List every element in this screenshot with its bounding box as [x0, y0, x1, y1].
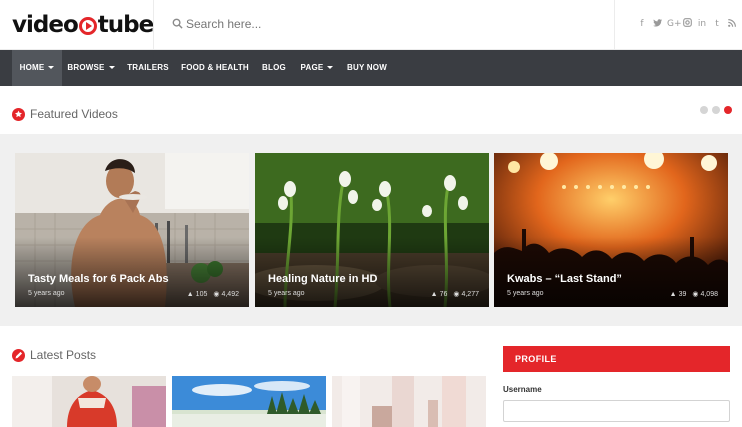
twitter-icon[interactable]: [652, 18, 662, 30]
video-stats: ▲ 105 ◉ 4,492: [187, 290, 239, 299]
eye-icon: ◉: [213, 291, 220, 298]
video-stats: ▲ 76 ◉ 4,277: [431, 290, 479, 299]
instagram-icon[interactable]: [682, 18, 692, 30]
chevron-down-icon: [108, 66, 115, 69]
nav-item-label: TRAILERS: [127, 63, 169, 72]
video-card[interactable]: Healing Nature in HD 5 years ago ▲ 76 ◉ 4,…: [255, 153, 489, 307]
post-image-interior: [332, 376, 486, 427]
rss-icon[interactable]: [727, 18, 737, 30]
facebook-icon[interactable]: f: [637, 19, 647, 29]
header-divider: [153, 0, 154, 50]
search-icon[interactable]: [172, 18, 183, 29]
video-age: 5 years ago: [507, 290, 544, 297]
slider-dot-active[interactable]: [724, 106, 732, 114]
nav-item-trailers[interactable]: TRAILERS: [120, 50, 176, 86]
likes-value: 105: [195, 290, 208, 298]
page: video tube f G+ in t HOME BROWSE: [0, 0, 742, 427]
video-title[interactable]: Tasty Meals for 6 Pack Abs: [28, 273, 169, 285]
likes-count: ▲ 76: [431, 291, 448, 298]
nav-item-label: BLOG: [262, 63, 286, 72]
username-label: Username: [503, 385, 542, 394]
nav-item-label: BUY NOW: [347, 63, 387, 72]
nav-item-browse[interactable]: BROWSE: [62, 50, 120, 86]
thumbs-up-icon: ▲: [186, 290, 194, 298]
search-input[interactable]: [186, 15, 486, 33]
chevron-down-icon: [327, 66, 334, 69]
tumblr-icon[interactable]: t: [712, 19, 722, 29]
pencil-icon: [12, 349, 25, 362]
logo-text-tube: tube: [97, 12, 154, 38]
likes-count: ▲ 39: [670, 291, 687, 298]
google-plus-icon[interactable]: G+: [667, 19, 682, 29]
post-thumbnail[interactable]: [12, 376, 166, 427]
nav-item-food-health[interactable]: FOOD & HEALTH: [176, 50, 254, 86]
main-nav: HOME BROWSE TRAILERS FOOD & HEALTH BLOG …: [0, 50, 742, 86]
views-value: 4,098: [700, 291, 718, 298]
social-links: f G+ in t: [637, 18, 737, 30]
site-logo[interactable]: video tube: [12, 10, 154, 40]
nav-item-label: FOOD & HEALTH: [181, 63, 249, 72]
views-count: ◉ 4,492: [213, 290, 239, 298]
chevron-down-icon: [48, 66, 55, 69]
eye-icon: ◉: [692, 291, 699, 298]
nav-item-buy-now[interactable]: BUY NOW: [340, 50, 394, 86]
likes-value: 76: [439, 290, 448, 298]
eye-icon: ◉: [453, 291, 460, 298]
nav-item-home[interactable]: HOME: [12, 50, 62, 86]
nav-item-label: HOME: [19, 63, 45, 72]
thumbs-up-icon: ▲: [430, 290, 438, 298]
latest-posts-title: Latest Posts: [30, 348, 97, 362]
post-image-landscape: [172, 376, 326, 427]
nav-item-label: BROWSE: [67, 63, 105, 72]
thumbs-up-icon: ▲: [669, 290, 677, 298]
views-value: 4,277: [461, 291, 479, 298]
username-input[interactable]: [503, 400, 730, 422]
video-card[interactable]: Kwabs – “Last Stand” 5 years ago ▲ 39 ◉ 4,…: [494, 153, 728, 307]
views-count: ◉ 4,098: [692, 290, 718, 298]
slider-dot[interactable]: [700, 106, 708, 114]
likes-count: ▲ 105: [187, 291, 208, 298]
header-divider: [614, 0, 615, 50]
post-image-cooking: [12, 376, 166, 427]
video-age: 5 years ago: [28, 290, 65, 297]
video-title[interactable]: Kwabs – “Last Stand”: [507, 273, 622, 285]
nav-item-page[interactable]: PAGE: [294, 50, 340, 86]
views-value: 4,492: [221, 291, 239, 298]
play-icon: [78, 17, 97, 35]
profile-widget-heading: PROFILE: [503, 346, 730, 372]
video-age: 5 years ago: [268, 290, 305, 297]
video-stats: ▲ 39 ◉ 4,098: [670, 290, 718, 299]
linkedin-icon[interactable]: in: [697, 19, 707, 29]
star-icon: [12, 108, 25, 121]
logo-text-video: video: [12, 12, 79, 38]
post-thumbnail[interactable]: [172, 376, 326, 427]
video-card[interactable]: Tasty Meals for 6 Pack Abs 5 years ago ▲…: [15, 153, 249, 307]
likes-value: 39: [678, 290, 687, 298]
slider-dot[interactable]: [712, 106, 720, 114]
slider-dots: [700, 106, 732, 114]
featured-title: Featured Videos: [30, 107, 118, 121]
nav-item-label: PAGE: [300, 63, 324, 72]
video-title[interactable]: Healing Nature in HD: [268, 273, 377, 285]
views-count: ◉ 4,277: [453, 290, 479, 298]
post-thumbnail[interactable]: [332, 376, 486, 427]
site-header: video tube f G+ in t: [0, 0, 742, 50]
nav-item-blog[interactable]: BLOG: [254, 50, 294, 86]
